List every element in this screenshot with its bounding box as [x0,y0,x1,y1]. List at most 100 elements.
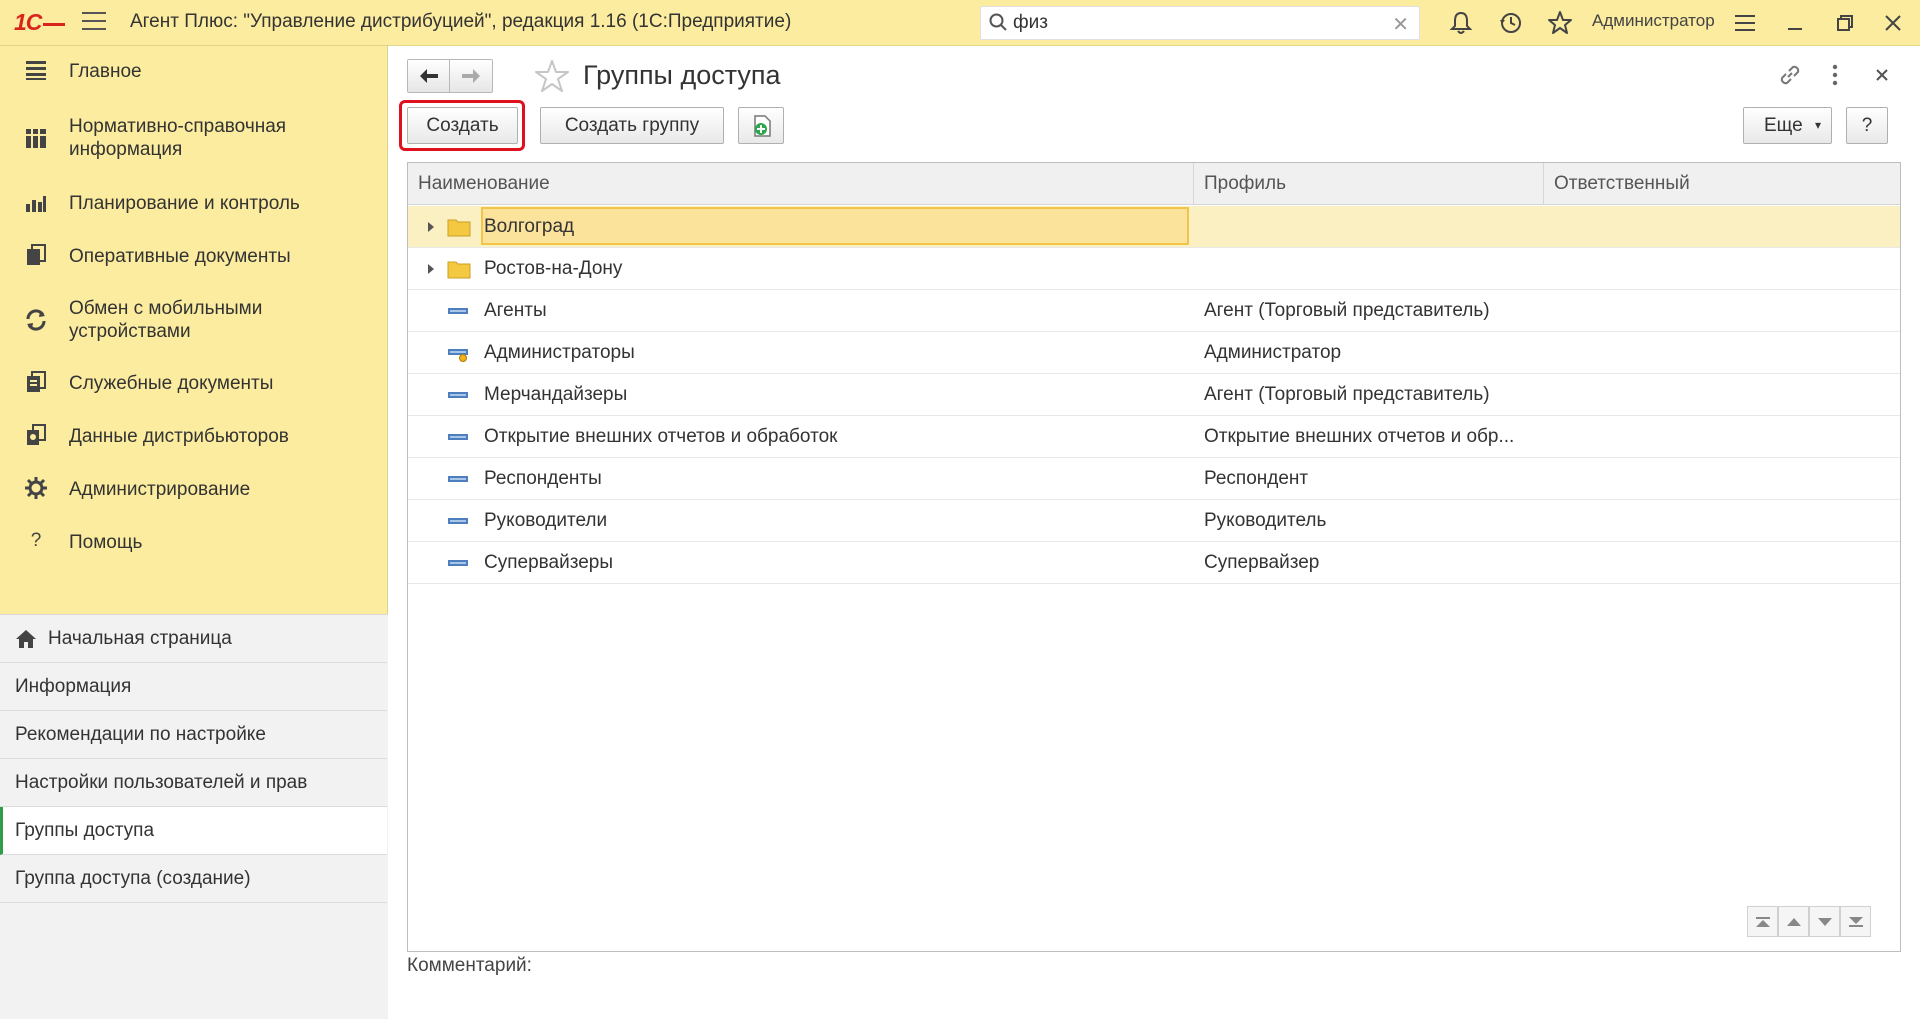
cell-responsible [1554,332,1894,374]
scroll-bottom-button[interactable] [1840,906,1871,937]
column-header-name[interactable]: Наименование [408,163,1194,205]
admin-group-icon [448,349,468,362]
sidebar-section-distributor-data[interactable]: Данные дистрибьюторов [0,423,388,451]
search-box[interactable]: ✕ [980,6,1420,40]
create-button[interactable]: Создать [407,107,518,144]
add-document-icon [754,115,771,137]
sidebar-section-label: Служебные документы [69,373,274,394]
scroll-bottom-icon [1849,917,1863,927]
documents-icon [27,244,46,265]
cell-name: Респонденты [484,468,602,489]
restore-icon[interactable] [1832,10,1858,36]
sidebar-section-mobile-exchange[interactable]: Обмен с мобильными устройствами [0,296,388,344]
scroll-down-button[interactable] [1809,906,1840,937]
sidebar-section-operative-docs[interactable]: Оперативные документы [0,243,388,271]
sidebar-section-nsi[interactable]: Нормативно-справочная информация [0,114,388,162]
sidebar-section-label: Нормативно-справочная информация [69,116,287,160]
access-group-icon [448,560,468,566]
table-row[interactable]: Волгоград [408,206,1900,248]
close-icon[interactable] [1880,10,1906,36]
cell-responsible [1554,374,1894,416]
column-header-responsible[interactable]: Ответственный [1544,163,1900,205]
cell-profile: Агент (Торговый представитель) [1204,384,1490,405]
cell-responsible [1554,458,1894,500]
help-button[interactable]: ? [1846,107,1888,144]
folder-icon [447,219,471,237]
cell-responsible [1554,248,1894,290]
minimize-icon[interactable] [1782,10,1808,36]
expand-icon[interactable] [428,264,434,274]
cell-responsible [1554,542,1894,584]
bell-icon[interactable] [1448,10,1474,36]
add-document-button[interactable] [738,107,784,144]
sidebar-section-administration[interactable]: Администрирование [0,476,388,504]
service-docs-icon [27,371,46,392]
cell-name: Супервайзеры [484,552,613,573]
table-row[interactable]: Супервайзеры Супервайзер [408,542,1900,584]
search-icon [989,13,1007,31]
close-form-icon[interactable] [1873,66,1891,84]
open-item-setup-recommendations[interactable]: Рекомендации по настройке [0,711,387,759]
sidebar-section-main[interactable]: Главное [0,58,388,86]
distributor-icon [27,424,46,445]
open-item-access-group-create[interactable]: Группа доступа (создание) [0,855,387,903]
user-name[interactable]: Администратор [1592,11,1715,31]
star-icon[interactable] [1547,10,1573,36]
more-button[interactable]: Еще ▾ [1743,107,1832,144]
table-row[interactable]: Мерчандайзеры Агент (Торговый представит… [408,374,1900,416]
favorite-star-icon[interactable] [534,59,570,93]
chevron-down-icon: ▾ [1814,118,1821,132]
cell-profile: Открытие внешних отчетов и обр... [1204,426,1515,447]
open-item-label: Группа доступа (создание) [15,868,251,889]
more-vertical-icon[interactable] [1829,62,1841,88]
forward-button[interactable] [450,59,493,93]
menu-icon[interactable] [82,12,106,32]
scroll-up-icon [1787,918,1801,926]
expand-icon[interactable] [428,222,434,232]
open-item-user-settings[interactable]: Настройки пользователей и прав [0,759,387,807]
table-row[interactable]: Открытие внешних отчетов и обработок Отк… [408,416,1900,458]
access-group-icon [448,308,468,314]
clear-icon[interactable]: ✕ [1392,12,1409,37]
sidebar-section-label: Планирование и контроль [69,193,300,214]
table-row[interactable]: Ростов-на-Дону [408,248,1900,290]
catalog-icon [26,129,46,148]
table-row[interactable]: Администраторы Администратор [408,332,1900,374]
table-row[interactable]: Респонденты Респондент [408,458,1900,500]
gear-icon [25,477,47,499]
open-item-access-groups[interactable]: Группы доступа [0,807,387,855]
search-input[interactable] [1013,11,1383,35]
sidebar-section-label: Обмен с мобильными устройствами [69,298,263,342]
sidebar-section-planning[interactable]: Планирование и контроль [0,190,388,218]
sidebar-section-label: Оперативные документы [69,246,291,267]
scroll-top-icon [1756,917,1770,927]
link-icon[interactable] [1777,62,1803,88]
comment-label: Комментарий: [407,955,532,976]
column-header-profile[interactable]: Профиль [1194,163,1544,205]
sidebar-section-help[interactable]: ? Помощь [0,529,388,557]
open-item-label: Рекомендации по настройке [15,724,266,745]
sidebar-section-service-docs[interactable]: Служебные документы [0,370,388,398]
open-item-information[interactable]: Информация [0,663,387,711]
arrow-left-icon [420,69,438,83]
history-icon[interactable] [1498,10,1524,36]
cell-name: Волгоград [484,216,575,237]
cell-profile: Агент (Торговый представитель) [1204,300,1490,321]
app-logo[interactable]: 1С [14,9,66,36]
back-button[interactable] [407,59,450,93]
page-title: Группы доступа [583,60,781,90]
scroll-up-button[interactable] [1778,906,1809,937]
create-group-button[interactable]: Создать группу [540,107,724,144]
sidebar-section-label: Администрирование [69,479,251,500]
scroll-top-button[interactable] [1747,906,1778,937]
home-icon [16,630,36,648]
main-area: Группы доступа Создать Создать группу Ещ… [389,46,1920,1019]
open-item-home[interactable]: Начальная страница [0,615,387,663]
more-button-label: Еще [1764,115,1803,136]
open-windows-list: Начальная страница Информация Рекомендац… [0,614,388,1019]
table-row[interactable]: Руководители Руководитель [408,500,1900,542]
settings-list-icon[interactable] [1732,10,1758,36]
open-item-label: Информация [15,676,132,697]
open-item-label: Группы доступа [15,820,155,841]
table-row[interactable]: Агенты Агент (Торговый представитель) [408,290,1900,332]
